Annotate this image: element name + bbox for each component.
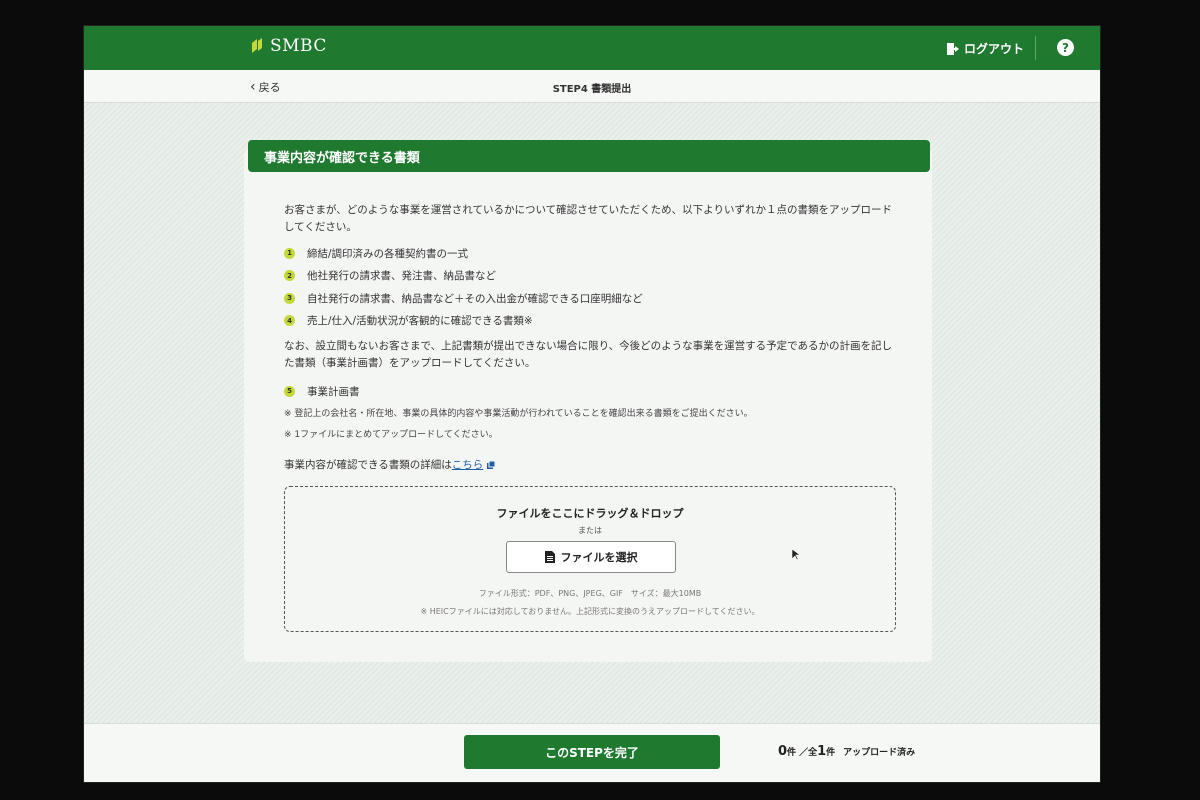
- list-item: 4 売上/仕入/活動状況が客観的に確認できる書類※: [284, 310, 896, 333]
- number-badge: 1: [284, 247, 295, 259]
- number-badge: 4: [284, 315, 295, 327]
- number-badge: 2: [284, 270, 295, 282]
- count-unit: 件: [787, 748, 797, 758]
- top-bar: SMBC ログアウト ?: [84, 26, 1100, 70]
- external-link-icon: [487, 460, 496, 469]
- intro-text: お客さまが、どのような事業を運営されているかについて確認させていただくため、以下…: [284, 204, 892, 233]
- file-format-info: ファイル形式：PDF、PNG、JPEG、GIF サイズ：最大10MB: [478, 589, 702, 598]
- upload-status: 0 件 ／ 全 1 件 アップロード済み: [778, 744, 915, 759]
- details-prefix: 事業内容が確認できる書類の詳細は: [284, 458, 452, 471]
- card-title: 事業内容が確認できる書類: [248, 140, 930, 172]
- list-item: 1 締結/調印済みの各種契約書の一式: [284, 242, 896, 265]
- heic-note: ※ HEICファイルには対応しておりません。上記形式に変換のうえアップロードして…: [420, 607, 760, 616]
- document-list: 1 締結/調印済みの各種契約書の一式 2 他社発行の請求書、発注書、納品書など …: [284, 242, 896, 332]
- smbc-logo-icon: [252, 38, 262, 53]
- list-item-label: 事業計画書: [307, 385, 360, 398]
- list-item-label: 売上/仕入/活動状況が客観的に確認できる書類※: [307, 315, 533, 328]
- count-separator: ／: [799, 748, 809, 758]
- total-prefix: 全: [808, 748, 818, 758]
- dropzone-or: または: [578, 526, 602, 535]
- total-count: 1: [817, 744, 827, 759]
- details-line: 事業内容が確認できる書類の詳細はこちら: [284, 457, 896, 472]
- total-unit: 件: [826, 748, 836, 758]
- startup-note: なお、設立間もないお客さまで、上記書類が提出できない場合に限り、今後どのような事…: [284, 340, 893, 369]
- file-dropzone[interactable]: ファイルをここにドラッグ＆ドロップ または ファイルを選択 ファイル形式：PDF…: [284, 486, 896, 632]
- list-item: 3 自社発行の請求書、納品書など＋その入出金が確認できる口座明細など: [284, 287, 896, 310]
- card-body: お客さまが、どのような事業を運営されているかについて確認させていただくため、以下…: [284, 202, 896, 472]
- uploaded-count: 0: [778, 744, 788, 759]
- logout-icon: [946, 42, 959, 55]
- header-divider: [1035, 36, 1036, 60]
- list-item-business-plan: 5 事業計画書: [284, 380, 896, 403]
- step-title: STEP4 書類提出: [552, 84, 632, 95]
- number-badge: 3: [284, 292, 295, 304]
- mouse-cursor-icon: [792, 549, 800, 561]
- help-icon[interactable]: ?: [1057, 39, 1074, 56]
- select-file-label: ファイルを選択: [560, 551, 638, 564]
- list-item-label: 他社発行の請求書、発注書、納品書など: [307, 270, 496, 283]
- complete-step-button[interactable]: このSTEPを完了: [464, 735, 720, 769]
- list-item-label: 自社発行の請求書、納品書など＋その入出金が確認できる口座明細など: [307, 292, 643, 305]
- document-icon: [544, 551, 555, 563]
- single-file-note: ※ 1ファイルにまとめてアップロードしてください。: [284, 429, 498, 440]
- list-item-label: 締結/調印済みの各種契約書の一式: [307, 247, 469, 260]
- bottom-bar: このSTEPを完了 0 件 ／ 全 1 件 アップロード済み: [84, 723, 1100, 782]
- select-file-button[interactable]: ファイルを選択: [506, 541, 676, 573]
- logout-button[interactable]: ログアウト: [946, 40, 1024, 57]
- brand-name: SMBC: [270, 36, 327, 56]
- app-screen: SMBC ログアウト ? ‹ 戻る STEP4 書類提出 事業内容が確認できる書…: [84, 26, 1100, 782]
- logout-label: ログアウト: [963, 42, 1024, 56]
- list-item: 2 他社発行の請求書、発注書、納品書など: [284, 265, 896, 288]
- sub-header: ‹ 戻る STEP4 書類提出: [84, 70, 1100, 103]
- smbc-logo: SMBC: [250, 36, 327, 56]
- dropzone-title: ファイルをここにドラッグ＆ドロップ: [496, 507, 684, 520]
- number-badge: 5: [284, 385, 295, 397]
- details-link[interactable]: こちら: [452, 459, 484, 471]
- registration-note: ※ 登記上の会社名・所在地、事業の具体的内容や事業活動が行われていることを確認出…: [284, 408, 753, 419]
- uploaded-label: アップロード済み: [843, 748, 916, 758]
